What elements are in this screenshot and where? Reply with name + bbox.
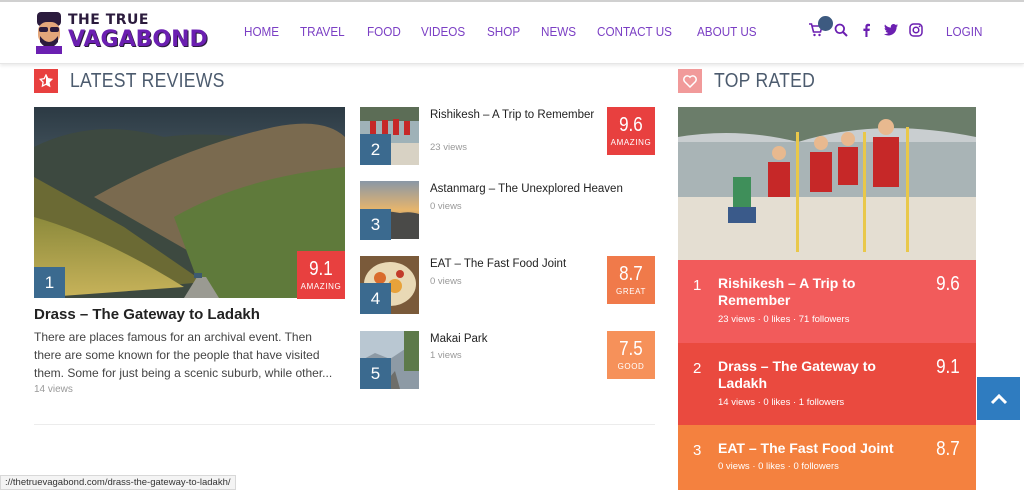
review-score-value-4: 8.7 (619, 263, 643, 285)
logo-face-icon (36, 12, 62, 54)
top-rated-meta-1: 23 views · 0 likes · 71 followers (718, 314, 850, 325)
nav-travel[interactable]: TRAVEL (300, 24, 345, 39)
nav-shop[interactable]: SHOP (487, 24, 520, 39)
review-rank-4: 4 (360, 283, 391, 314)
instagram-icon[interactable] (908, 22, 924, 38)
heart-icon (678, 69, 702, 93)
login-link[interactable]: LOGIN (946, 24, 982, 39)
review-score-label-4: GREAT (616, 287, 646, 296)
top-rated-rank-2: 2 (693, 360, 702, 377)
feature-rank: 1 (34, 267, 65, 298)
top-rated-image[interactable] (678, 107, 976, 260)
top-rated-rank-3: 3 (693, 442, 702, 459)
header-icons (808, 16, 933, 38)
review-views-2: 23 views (430, 142, 467, 153)
rafting-group-photo (678, 107, 976, 260)
latest-reviews-title: LATEST REVIEWS (70, 69, 225, 92)
scroll-to-top-button[interactable] (977, 377, 1020, 420)
review-title-3[interactable]: Astanmarg – The Unexplored Heaven (430, 181, 640, 197)
nav-about-us[interactable]: ABOUT US (697, 24, 757, 39)
top-rated-score-3: 8.7 (936, 438, 960, 460)
top-rated-row-3[interactable]: 3 EAT – The Fast Food Joint 8.7 0 views … (678, 425, 976, 490)
top-rated-score-1: 9.6 (936, 273, 960, 295)
top-rated-title: TOP RATED (714, 69, 816, 92)
feature-views: 14 views (34, 384, 73, 395)
review-views-3: 0 views (430, 201, 462, 212)
review-score-value-2: 9.6 (619, 114, 643, 136)
top-rated-rank-1: 1 (693, 277, 702, 294)
nav-news[interactable]: NEWS (541, 24, 576, 39)
site-logo[interactable]: THE TRUE VAGABOND (34, 10, 209, 56)
chevron-up-icon (990, 393, 1007, 404)
main-nav: HOME TRAVEL FOOD VIDEOS SHOP NEWS CONTAC… (244, 24, 781, 39)
review-score-4: 8.7 GREAT (607, 256, 655, 304)
review-score-2: 9.6 AMAZING (607, 107, 655, 155)
logo-line1: THE TRUE (68, 12, 149, 28)
feature-score: 9.1 AMAZING (297, 251, 345, 299)
review-score-5: 7.5 GOOD (607, 331, 655, 379)
twitter-icon[interactable] (883, 22, 899, 38)
review-rank-2: 2 (360, 134, 391, 165)
top-rated-meta-2: 14 views · 0 likes · 1 followers (718, 397, 845, 408)
review-score-value-5: 7.5 (619, 338, 643, 360)
feature-excerpt: There are places famous for an archival … (34, 330, 333, 380)
top-rated-meta-3: 0 views · 0 likes · 0 followers (718, 461, 839, 472)
review-title-2[interactable]: Rishikesh – A Trip to Remember (430, 107, 600, 123)
top-rated-title-1[interactable]: Rishikesh – A Trip to Remember (718, 275, 898, 309)
latest-reviews-heading: LATEST REVIEWS (34, 69, 246, 93)
top-rated-title-2[interactable]: Drass – The Gateway to Ladakh (718, 358, 898, 392)
feature-score-label: AMAZING (300, 282, 342, 291)
top-border (0, 0, 1024, 2)
review-score-label-5: GOOD (617, 362, 645, 371)
nav-food[interactable]: FOOD (367, 24, 401, 39)
top-rated-heading: TOP RATED (678, 69, 829, 93)
top-rated-score-2: 9.1 (936, 356, 960, 378)
review-rank-5: 5 (360, 358, 391, 389)
review-score-label-2: AMAZING (610, 138, 652, 147)
cart-badge (818, 16, 833, 31)
top-rated-title-3[interactable]: EAT – The Fast Food Joint (718, 440, 898, 457)
nav-contact-us[interactable]: CONTACT US (597, 24, 672, 39)
review-title-4[interactable]: EAT – The Fast Food Joint (430, 256, 600, 272)
feature-score-value: 9.1 (309, 258, 333, 280)
top-rated-row-1[interactable]: 1 Rishikesh – A Trip to Remember 9.6 23 … (678, 260, 976, 343)
top-rated-row-2[interactable]: 2 Drass – The Gateway to Ladakh 9.1 14 v… (678, 343, 976, 425)
logo-line2: VAGABOND (68, 27, 208, 52)
search-icon[interactable] (833, 22, 849, 38)
review-views-4: 0 views (430, 276, 462, 287)
star-icon (34, 69, 58, 93)
cart-icon[interactable] (808, 16, 833, 38)
feature-title[interactable]: Drass – The Gateway to Ladakh (34, 306, 260, 323)
nav-videos[interactable]: VIDEOS (421, 24, 465, 39)
review-views-5: 1 views (430, 350, 462, 361)
section-divider (34, 424, 655, 425)
facebook-icon[interactable] (858, 22, 874, 38)
nav-home[interactable]: HOME (244, 24, 279, 39)
browser-status-url: ://thetruevagabond.com/drass-the-gateway… (0, 475, 236, 490)
site-header: THE TRUE VAGABOND HOME TRAVEL FOOD VIDEO… (0, 0, 1024, 64)
review-rank-3: 3 (360, 209, 391, 240)
review-title-5[interactable]: Makai Park (430, 331, 600, 347)
